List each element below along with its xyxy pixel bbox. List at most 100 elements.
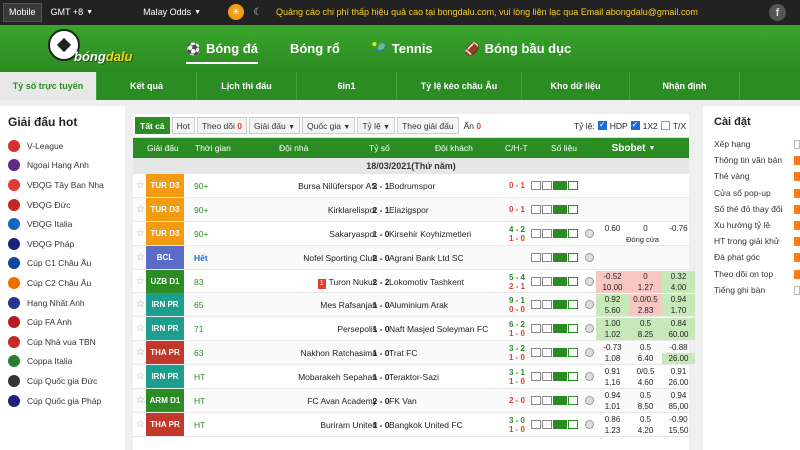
odds-icon[interactable] bbox=[542, 228, 552, 238]
odds-cell[interactable]: 0 1.27 bbox=[629, 270, 662, 293]
analysis-icon[interactable] bbox=[531, 252, 541, 262]
odds-cell[interactable]: 0.0/0.5 2.83 bbox=[629, 294, 662, 317]
league-badge[interactable]: IRN PR bbox=[146, 365, 184, 389]
odds-cell[interactable]: 1.00 1.02 bbox=[596, 318, 629, 341]
filter-country[interactable]: Quốc gia ▼ bbox=[302, 117, 356, 134]
logo[interactable]: bóngdalu bbox=[26, 27, 156, 71]
odds-icon[interactable] bbox=[542, 300, 552, 310]
star-icon[interactable]: ☆ bbox=[136, 180, 145, 191]
subnav-6in1[interactable]: 6in1 bbox=[297, 72, 397, 100]
setting-toggle[interactable] bbox=[794, 237, 800, 247]
odds-cell[interactable]: 0.32 4.00 bbox=[662, 270, 695, 293]
odds-icon[interactable] bbox=[542, 252, 552, 262]
match-row[interactable]: ☆ TUR D3 90+ Kirklarelispor 2 - 1 Elazigspor 0… bbox=[133, 197, 689, 222]
subnav-predictions[interactable]: Nhận định bbox=[630, 72, 740, 100]
league-item[interactable]: V-League bbox=[0, 136, 125, 156]
bookmaker-select[interactable]: Sbobet ▼ bbox=[579, 138, 688, 158]
filter-hot[interactable]: Hot bbox=[171, 117, 195, 134]
star-icon[interactable]: ☆ bbox=[136, 276, 145, 287]
star-icon[interactable]: ☆ bbox=[136, 299, 145, 310]
match-row[interactable]: ☆ TUR D3 90+ Sakaryaspor 1 - 0 Kirsehir Koyhi… bbox=[133, 221, 689, 246]
league-item[interactable]: Ngoại Hạng Anh bbox=[0, 156, 125, 176]
ball-icon[interactable] bbox=[585, 419, 594, 429]
league-badge[interactable]: IRN PR bbox=[146, 293, 184, 317]
analysis-icon[interactable] bbox=[531, 181, 541, 190]
league-badge[interactable]: TUR D3 bbox=[146, 197, 184, 221]
ball-icon[interactable] bbox=[585, 228, 594, 238]
live-icon[interactable] bbox=[553, 228, 567, 238]
analysis-icon[interactable] bbox=[531, 419, 541, 429]
subnav-database[interactable]: Kho dữ liệu bbox=[522, 72, 630, 100]
filter-all[interactable]: Tất cả bbox=[135, 117, 170, 134]
ball-icon[interactable] bbox=[585, 300, 594, 310]
league-badge[interactable]: UZB D1 bbox=[146, 269, 184, 293]
star-icon[interactable]: ☆ bbox=[136, 395, 145, 406]
expand-icon[interactable] bbox=[568, 204, 578, 214]
hdp-checkbox[interactable] bbox=[597, 120, 607, 130]
ball-icon[interactable] bbox=[585, 396, 594, 406]
odds-cell[interactable]: 0.5 8.25 bbox=[629, 318, 662, 341]
expand-icon[interactable] bbox=[568, 419, 578, 429]
away-team[interactable]: Elazigspor bbox=[389, 205, 429, 215]
odds-cell[interactable]: 0.91 1.16 bbox=[596, 366, 629, 388]
ball-icon[interactable] bbox=[585, 348, 594, 358]
league-item[interactable]: Coppa Italia bbox=[0, 352, 125, 372]
league-item[interactable]: Cúp C1 Châu Âu bbox=[0, 254, 125, 274]
setting-toggle[interactable] bbox=[794, 188, 800, 198]
odds-icon[interactable] bbox=[542, 396, 552, 406]
hidden-count[interactable]: Ẩn 0 bbox=[464, 121, 482, 131]
timezone-select[interactable]: GMT +8 ▼ bbox=[46, 3, 99, 22]
odds-cell[interactable]: -0.76 bbox=[662, 223, 695, 234]
setting-item[interactable]: Cửa sổ pop-up bbox=[703, 185, 800, 201]
setting-toggle[interactable] bbox=[794, 156, 800, 166]
odds-cell[interactable]: 0.84 60.00 bbox=[662, 318, 695, 341]
setting-item[interactable]: Xếp hạng bbox=[703, 136, 800, 152]
live-icon[interactable] bbox=[553, 181, 567, 190]
away-team[interactable]: Lokomotiv Tashkent bbox=[389, 277, 464, 287]
live-icon[interactable] bbox=[553, 396, 567, 406]
facebook-icon[interactable]: f bbox=[769, 4, 786, 21]
odds-icon[interactable] bbox=[542, 181, 552, 190]
setting-item[interactable]: Thông tin văn bản bbox=[703, 152, 800, 168]
odds-cell[interactable]: 0.5 8.50 bbox=[629, 390, 662, 412]
expand-icon[interactable] bbox=[568, 228, 578, 238]
live-icon[interactable] bbox=[553, 419, 567, 429]
tx-checkbox[interactable] bbox=[660, 121, 670, 130]
match-row[interactable]: ☆ IRN PR HT Mobarakeh Sepahan 1 - 0 Teraktor-… bbox=[133, 365, 689, 390]
odds-cell[interactable]: 0.5 6.40 bbox=[629, 342, 662, 364]
analysis-icon[interactable] bbox=[531, 396, 541, 406]
live-icon[interactable] bbox=[553, 276, 567, 286]
setting-item[interactable]: Tiếng ghi bàn bbox=[703, 282, 800, 298]
away-team[interactable]: Naft Masjed Soleyman FC bbox=[389, 324, 488, 334]
match-row[interactable]: ☆ BCL Hết Nofel Sporting Club 2 - 0 Agrani Ba… bbox=[133, 245, 689, 270]
star-icon[interactable]: ☆ bbox=[136, 323, 145, 334]
match-row[interactable]: ☆ THA PR HT Buriram United 1 - 0 Bangkok Unit… bbox=[133, 412, 689, 437]
odds-cell[interactable]: -0.90 15.50 bbox=[662, 414, 695, 436]
league-item[interactable]: Cúp Quốc gia Đức bbox=[0, 371, 125, 391]
odds-cell[interactable]: 0 Đóng cửa bbox=[626, 223, 662, 245]
live-icon[interactable] bbox=[553, 324, 567, 334]
away-team[interactable]: Agrani Bank Ltd SC bbox=[389, 253, 464, 263]
filter-odds[interactable]: Tỷ lệ ▼ bbox=[357, 117, 396, 134]
setting-item[interactable]: HT trong giải khử bbox=[703, 233, 800, 249]
expand-icon[interactable] bbox=[568, 252, 578, 262]
league-badge[interactable]: ARM D1 bbox=[146, 389, 184, 413]
analysis-icon[interactable] bbox=[531, 204, 541, 214]
live-icon[interactable] bbox=[553, 300, 567, 310]
match-row[interactable]: ☆ IRN PR 71 Persepolis 1 - 0 Naft Masjed Sole… bbox=[133, 317, 695, 342]
star-icon[interactable]: ☆ bbox=[136, 252, 145, 263]
expand-icon[interactable] bbox=[568, 276, 578, 286]
odds-icon[interactable] bbox=[542, 348, 552, 358]
away-team[interactable]: Teraktor-Sazi bbox=[389, 372, 439, 382]
odds-cell[interactable]: 0.60 bbox=[596, 223, 629, 234]
league-item[interactable]: Hạng Nhất Anh bbox=[0, 293, 125, 313]
odds-cell[interactable]: -0.73 1.08 bbox=[596, 342, 629, 364]
filter-by-league[interactable]: Theo giải đấu bbox=[397, 117, 459, 134]
match-row[interactable]: ☆ UZB D1 83 1 Turon Nukus 2 - 2 Lokomotiv Tash… bbox=[133, 269, 695, 294]
setting-toggle[interactable] bbox=[794, 253, 800, 263]
league-item[interactable]: VĐQG Đức bbox=[0, 195, 125, 215]
setting-item[interactable]: Theo dõi on top bbox=[703, 266, 800, 282]
setting-toggle[interactable] bbox=[794, 204, 800, 214]
odds-cell[interactable]: 0.5 4.20 bbox=[629, 414, 662, 436]
setting-toggle[interactable] bbox=[794, 285, 800, 295]
